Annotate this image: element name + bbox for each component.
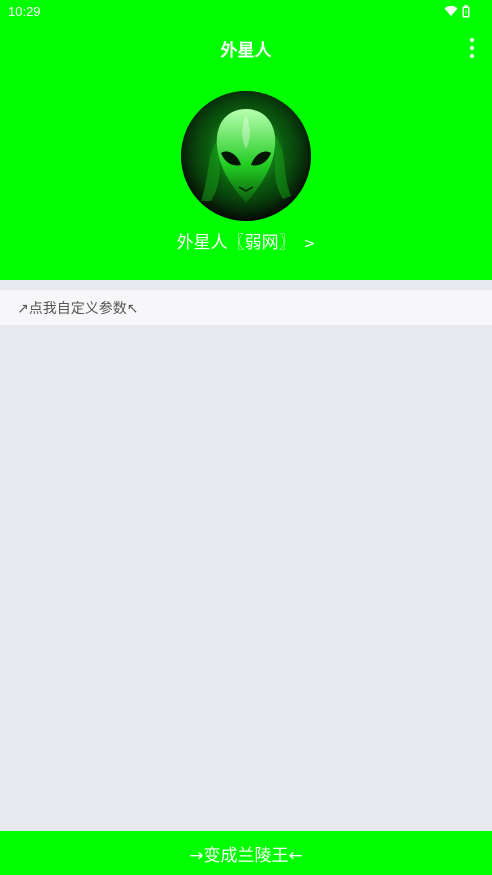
transform-button-label: →变成兰陵王←	[189, 845, 303, 866]
transform-button[interactable]: →变成兰陵王←	[0, 831, 492, 875]
battery-icon	[462, 4, 470, 17]
custom-params-button[interactable]: ↗点我自定义参数↖	[0, 290, 492, 325]
status-bar: 10:29	[0, 0, 492, 24]
avatar[interactable]	[181, 91, 311, 221]
status-icons	[444, 4, 470, 18]
wifi-icon	[444, 5, 458, 16]
header-section: 10:29 外星人 外星人〖弱网〗 >	[0, 0, 492, 280]
more-vert-icon[interactable]	[466, 38, 478, 58]
profile-name: 外星人〖弱网〗	[176, 233, 296, 253]
page-title: 外星人	[220, 41, 272, 61]
profile-name-row[interactable]: 外星人〖弱网〗 >	[0, 228, 492, 253]
status-time: 10:29	[8, 4, 41, 19]
alien-head-icon	[181, 91, 311, 221]
custom-params-label: ↗点我自定义参数↖	[17, 300, 139, 317]
chevron-right-icon: >	[303, 236, 316, 252]
